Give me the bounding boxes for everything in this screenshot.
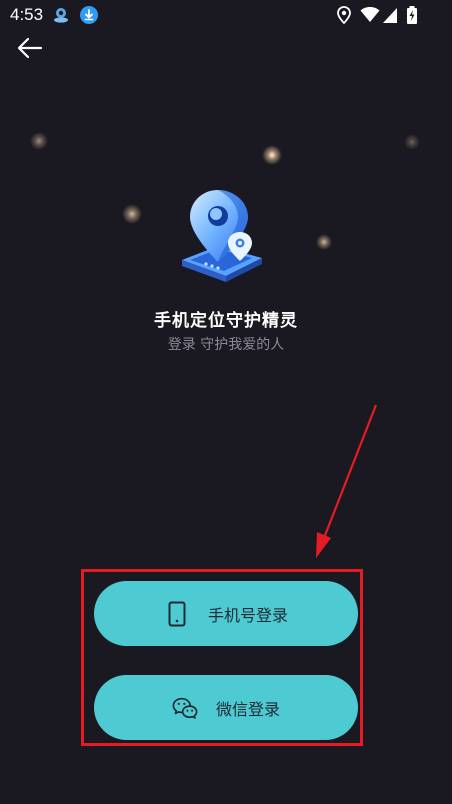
back-button[interactable] (14, 36, 46, 64)
location-icon (336, 6, 352, 25)
wechat-login-label: 微信登录 (215, 699, 280, 719)
app-title: 手机定位守护精灵 (154, 311, 298, 331)
battery-charging-icon (406, 6, 418, 24)
cell-signal-icon (382, 6, 398, 24)
arrow-left-icon (17, 37, 43, 63)
download-icon (80, 6, 98, 24)
background-star (30, 132, 48, 150)
background-star (316, 234, 332, 250)
background-star (404, 134, 420, 150)
location-pin-logo-icon (176, 186, 268, 286)
background-star (262, 145, 282, 165)
app-subtitle: 登录 守护我爱的人 (167, 337, 285, 353)
wechat-login-button[interactable]: 微信登录 (94, 675, 358, 740)
wifi-icon (360, 6, 380, 24)
wechat-icon (172, 695, 198, 721)
status-bar: 4:53 (0, 0, 452, 30)
phone-login-button[interactable]: 手机号登录 (94, 581, 358, 646)
phone-login-label: 手机号登录 (207, 605, 288, 625)
app-notification-icon (52, 6, 70, 24)
background-star (122, 204, 142, 224)
status-time: 4:53 (10, 5, 44, 24)
smartphone-icon (164, 601, 190, 627)
